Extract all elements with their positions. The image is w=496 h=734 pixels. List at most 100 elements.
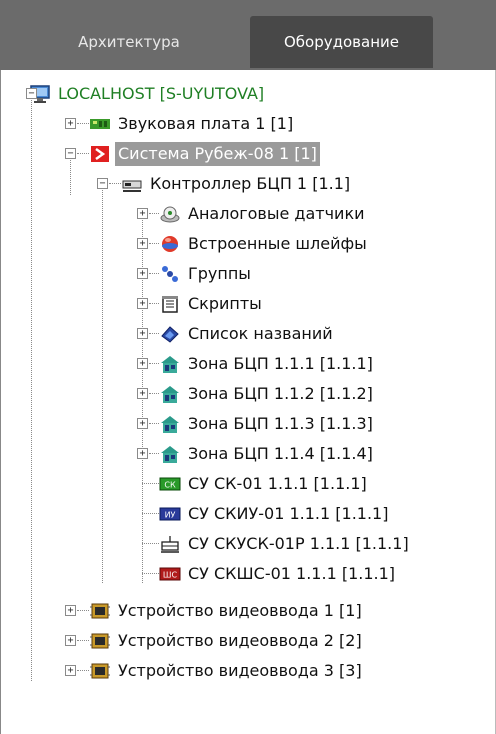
expand-icon[interactable]: + <box>65 635 76 646</box>
tree-line <box>31 93 32 681</box>
tree-line <box>77 123 89 124</box>
expand-icon[interactable]: + <box>137 238 148 249</box>
expand-icon[interactable]: + <box>137 268 148 279</box>
video-input-icon <box>89 631 111 651</box>
tree-node-su-skshs[interactable]: ШС СУ СКШС-01 1.1.1 [1.1.1] <box>159 560 398 588</box>
skshs-icon: ШС <box>159 564 181 584</box>
tree-node-label: Устройство видеоввода 2 [2] <box>118 631 362 650</box>
tree-node-su-skusk[interactable]: СУ СКУСК-01Р 1.1.1 [1.1.1] <box>159 530 412 558</box>
expand-icon[interactable]: + <box>137 208 148 219</box>
sk-icon: СК <box>159 474 181 494</box>
tree-node-zone[interactable]: Зона БЦП 1.1.1 [1.1.1] <box>159 350 376 378</box>
tree-node-label: Аналоговые датчики <box>188 204 365 223</box>
tree-node-scripts[interactable]: Скрипты <box>159 290 265 318</box>
tree-line <box>149 303 159 304</box>
tree-node-video-input[interactable]: Устройство видеоввода 1 [1] <box>89 597 365 625</box>
tree-line <box>77 610 89 611</box>
tree-line <box>142 483 159 484</box>
zone-icon <box>159 384 181 404</box>
collapse-icon[interactable]: − <box>26 88 37 99</box>
skusk-icon <box>159 534 181 554</box>
tree-line <box>142 543 159 544</box>
video-input-icon <box>89 601 111 621</box>
tree-node-localhost[interactable]: LOCALHOST [S-UYUTOVA] <box>29 80 267 108</box>
groups-icon <box>159 264 181 284</box>
tree-line <box>149 363 159 364</box>
tree-node-su-sk[interactable]: СК СУ СК-01 1.1.1 [1.1.1] <box>159 470 370 498</box>
expand-icon[interactable]: + <box>137 298 148 309</box>
loop-icon <box>159 234 181 254</box>
tree-node-label: Скрипты <box>188 294 262 313</box>
tree-node-label: Зона БЦП 1.1.1 [1.1.1] <box>188 354 373 373</box>
expand-icon[interactable]: + <box>137 418 148 429</box>
tab-equipment[interactable]: Оборудование <box>250 16 433 68</box>
tree-node-controller[interactable]: Контроллер БЦП 1 [1.1] <box>121 170 353 198</box>
tree-line <box>142 573 159 574</box>
scripts-icon <box>159 294 181 314</box>
tree-line <box>149 273 159 274</box>
tree-node-video-input[interactable]: Устройство видеоввода 2 [2] <box>89 627 365 655</box>
tree-node-label: Устройство видеоввода 1 [1] <box>118 601 362 620</box>
tree-line <box>102 183 103 583</box>
expand-icon[interactable]: + <box>137 328 148 339</box>
tree-node-zone[interactable]: Зона БЦП 1.1.2 [1.1.2] <box>159 380 376 408</box>
tree-node-label: LOCALHOST [S-UYUTOVA] <box>58 84 265 103</box>
controller-icon <box>121 174 143 194</box>
tree-node-builtin-loops[interactable]: Встроенные шлейфы <box>159 230 370 258</box>
tree-line <box>77 640 89 641</box>
tree-node-label: Система Рубеж-08 1 [1] <box>115 142 320 166</box>
skshs-badge: ШС <box>163 571 178 580</box>
tree-node-label: СУ СКУСК-01Р 1.1.1 [1.1.1] <box>188 534 409 553</box>
tree-node-label: Группы <box>188 264 251 283</box>
tab-bar: Архитектура Оборудование <box>0 0 496 70</box>
sound-card-icon <box>89 114 111 134</box>
skiu-badge: ИУ <box>165 511 176 520</box>
tree-node-label: СУ СК-01 1.1.1 [1.1.1] <box>188 474 367 493</box>
zone-icon <box>159 354 181 374</box>
collapse-icon[interactable]: − <box>97 178 108 189</box>
names-list-icon <box>159 324 181 344</box>
tree-line <box>149 423 159 424</box>
zone-icon <box>159 444 181 464</box>
expand-icon[interactable]: + <box>137 358 148 369</box>
equipment-tree: LOCALHOST [S-UYUTOVA] − + Звуковая плата… <box>0 70 496 734</box>
sk-badge: СК <box>164 481 176 490</box>
tree-line <box>142 513 159 514</box>
tree-node-zone[interactable]: Зона БЦП 1.1.3 [1.1.3] <box>159 410 376 438</box>
tab-architecture[interactable]: Архитектура <box>12 16 246 68</box>
tree-node-label: Зона БЦП 1.1.2 [1.1.2] <box>188 384 373 403</box>
expand-icon[interactable]: + <box>65 605 76 616</box>
video-input-icon <box>89 661 111 681</box>
tree-line <box>149 453 159 454</box>
tree-node-names-list[interactable]: Список названий <box>159 320 336 348</box>
tree-node-label: Встроенные шлейфы <box>188 234 367 253</box>
tree-node-label: Список названий <box>188 324 333 343</box>
tree-line <box>70 153 71 195</box>
tree-line <box>109 183 121 184</box>
tree-line <box>149 393 159 394</box>
rubezh-system-icon <box>89 144 111 164</box>
expand-icon[interactable]: + <box>137 448 148 459</box>
tree-line <box>149 333 159 334</box>
expand-icon[interactable]: + <box>65 118 76 129</box>
collapse-icon[interactable]: − <box>65 148 76 159</box>
tree-node-label: Зона БЦП 1.1.4 [1.1.4] <box>188 444 373 463</box>
tree-node-zone[interactable]: Зона БЦП 1.1.4 [1.1.4] <box>159 440 376 468</box>
tree-node-label: СУ СКИУ-01 1.1.1 [1.1.1] <box>188 504 389 523</box>
tree-node-video-input[interactable]: Устройство видеоввода 3 [3] <box>89 657 365 685</box>
expand-icon[interactable]: + <box>137 388 148 399</box>
tree-node-groups[interactable]: Группы <box>159 260 254 288</box>
tree-node-analog-sensors[interactable]: Аналоговые датчики <box>159 200 368 228</box>
tree-node-label: Звуковая плата 1 [1] <box>118 114 294 133</box>
tree-node-su-skiu[interactable]: ИУ СУ СКИУ-01 1.1.1 [1.1.1] <box>159 500 391 528</box>
tree-line <box>77 670 89 671</box>
analog-sensor-icon <box>159 204 181 224</box>
tree-node-label: Контроллер БЦП 1 [1.1] <box>150 174 351 193</box>
tree-node-rubezh-system[interactable]: Система Рубеж-08 1 [1] <box>89 140 320 168</box>
skiu-icon: ИУ <box>159 504 181 524</box>
expand-icon[interactable]: + <box>65 665 76 676</box>
tree-node-sound-card[interactable]: Звуковая плата 1 [1] <box>89 110 296 138</box>
tree-node-label: СУ СКШС-01 1.1.1 [1.1.1] <box>188 564 396 583</box>
tree-node-label: Зона БЦП 1.1.3 [1.1.3] <box>188 414 373 433</box>
tree-node-label: Устройство видеоввода 3 [3] <box>118 661 362 680</box>
